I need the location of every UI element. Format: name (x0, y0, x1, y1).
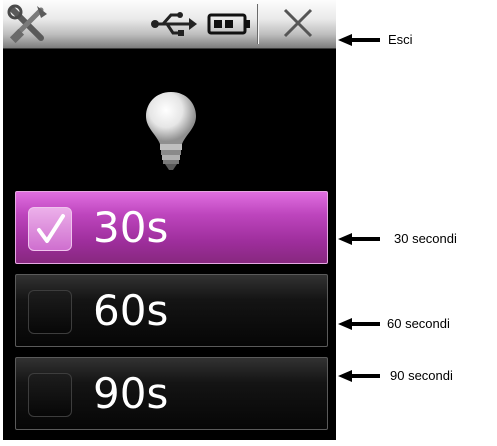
annotation-60s: 60 secondi (387, 316, 450, 331)
arrow-30s (338, 233, 380, 245)
device-screen: 30s 60s 90s (3, 0, 336, 440)
status-divider (257, 4, 258, 44)
status-bar (3, 0, 336, 49)
checkbox-60s[interactable] (28, 290, 72, 334)
close-button[interactable] (259, 0, 336, 48)
arrow-esci (338, 34, 380, 46)
annotation-esci: Esci (388, 32, 413, 47)
option-60s[interactable]: 60s (15, 274, 328, 347)
light-bulb-icon (146, 92, 196, 170)
arrow-60s (338, 318, 380, 330)
annotation-90s: 90 secondi (390, 368, 453, 383)
annotation-30s: 30 secondi (394, 231, 457, 246)
option-30s[interactable]: 30s (15, 191, 328, 264)
option-90s[interactable]: 90s (15, 357, 328, 430)
option-label-30s: 30s (93, 203, 169, 252)
tools-icon (7, 4, 47, 44)
usb-icon (151, 12, 197, 36)
checkbox-90s[interactable] (28, 373, 72, 417)
battery-icon (207, 13, 250, 35)
close-icon (283, 8, 313, 38)
arrow-90s (338, 370, 380, 382)
check-icon (37, 214, 65, 243)
option-label-60s: 60s (93, 286, 169, 335)
option-label-90s: 90s (93, 369, 169, 418)
checkbox-30s[interactable] (28, 207, 72, 251)
